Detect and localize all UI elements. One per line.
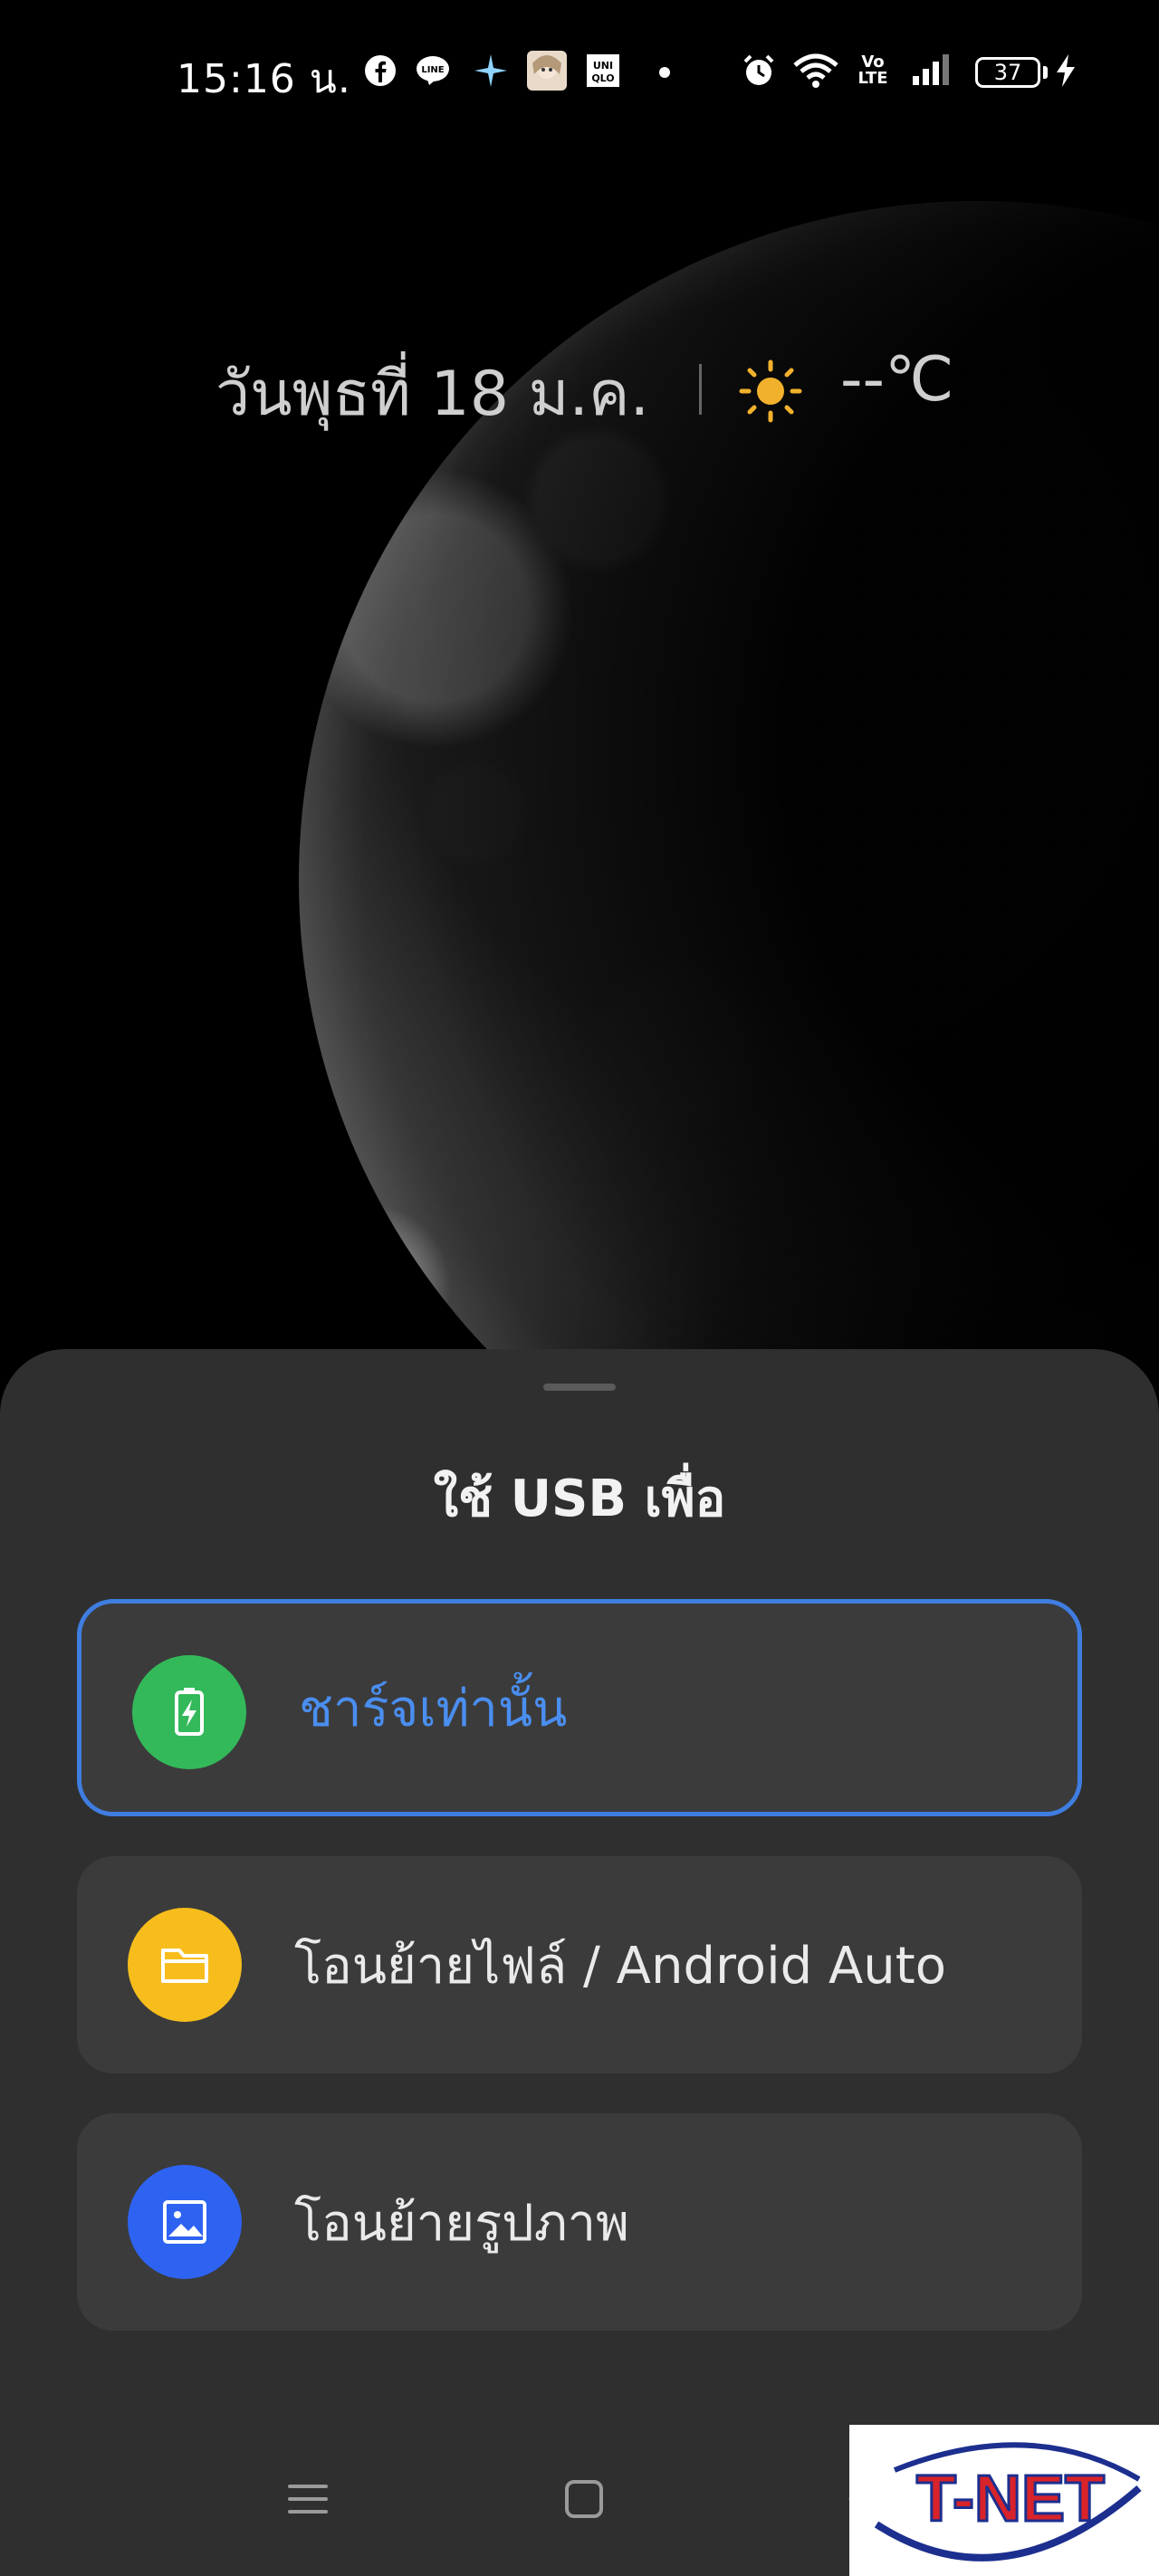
folder-icon — [128, 1908, 242, 2022]
temperature-label: --℃ — [840, 344, 954, 416]
charging-bolt-icon — [1057, 54, 1075, 87]
date-label: วันพุธที่ 18 ม.ค. — [216, 359, 650, 430]
dot-icon — [659, 67, 670, 78]
avatar-icon — [527, 51, 567, 91]
option-label: ชาร์จเท่านั้น — [299, 1679, 568, 1738]
battery-charging-icon — [132, 1655, 246, 1769]
sparkle-icon — [474, 54, 507, 87]
option-label: โอนย้ายไฟล์ / Android Auto — [294, 1936, 946, 1996]
option-file-transfer[interactable]: โอนย้ายไฟล์ / Android Auto — [77, 1856, 1082, 2073]
menu-icon[interactable] — [281, 2472, 335, 2526]
option-photo-transfer[interactable]: โอนย้ายรูปภาพ — [77, 2113, 1082, 2331]
line-icon: LINE — [417, 56, 449, 85]
date-separator — [699, 364, 702, 415]
svg-text:LINE: LINE — [421, 65, 444, 75]
t-net-logo: T-NET — [849, 2425, 1159, 2576]
svg-text:UNI: UNI — [593, 60, 613, 72]
battery-icon: 37 — [975, 57, 1040, 88]
option-charge-only[interactable]: ชาร์จเท่านั้น — [77, 1599, 1082, 1816]
status-bar: 15:16 น. LINE UNI QLO Vo LTE 37 — [0, 0, 1159, 145]
svg-text:QLO: QLO — [591, 72, 614, 84]
sun-icon — [739, 359, 802, 423]
image-icon — [128, 2165, 242, 2279]
wifi-icon — [793, 53, 838, 88]
option-label: โอนย้ายรูปภาพ — [294, 2193, 629, 2253]
uniqlo-icon: UNI QLO — [587, 54, 619, 87]
sheet-title: ใช้ USB เพื่อ — [433, 1470, 726, 1528]
volte-icon: Vo LTE — [857, 53, 888, 88]
facebook-icon — [365, 55, 396, 86]
lock-screen: 15:16 น. LINE UNI QLO Vo LTE 37 วันพุธที… — [0, 0, 1159, 2576]
sheet-drag-handle[interactable] — [543, 1384, 616, 1391]
usb-options-sheet: ใช้ USB เพื่อ ชาร์จเท่านั้น โอนย้ายไฟล์ … — [0, 1349, 1159, 2576]
logo-text: T-NET — [916, 2463, 1105, 2535]
home-icon[interactable] — [557, 2472, 611, 2526]
alarm-icon — [743, 54, 774, 85]
battery-tip — [1043, 66, 1048, 79]
status-time: 15:16 น. — [177, 56, 351, 102]
signal-icon — [913, 54, 949, 85]
